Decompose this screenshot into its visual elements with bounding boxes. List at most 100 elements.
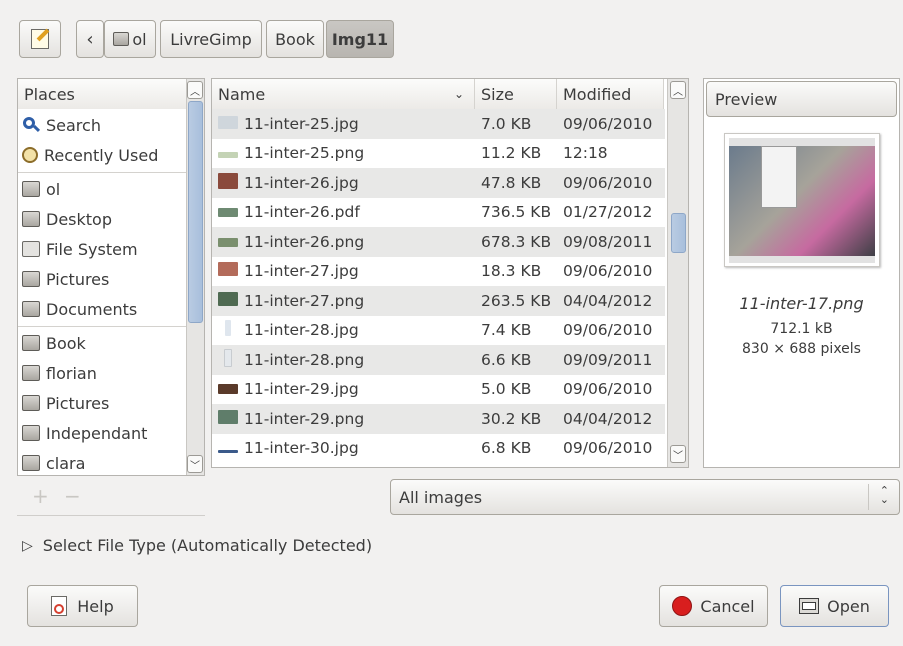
file-size: 47.8 KB: [481, 173, 542, 192]
places-scroll-up-button[interactable]: ︿: [187, 81, 203, 99]
cancel-label: Cancel: [700, 596, 755, 616]
image-thumbnail: [218, 237, 238, 247]
combo-divider: [868, 484, 869, 510]
places-item-label: Pictures: [46, 269, 110, 289]
documents-folder-icon: [22, 301, 40, 317]
image-thumbnail: [218, 291, 238, 306]
file-thumbnail-icon: [218, 320, 244, 340]
file-thumbnail-icon: [218, 291, 244, 310]
file-modified: 09/06/2010: [563, 173, 653, 192]
type-location-button[interactable]: [19, 20, 61, 58]
image-thumbnail: [218, 409, 238, 424]
file-thumbnail-icon: [218, 172, 244, 193]
file-modified: 09/06/2010: [563, 380, 653, 399]
stop-icon: [672, 596, 693, 616]
edit-icon: [31, 28, 50, 49]
file-filter-combo[interactable]: All images ⌃ ⌄: [390, 479, 900, 515]
places-item-clara[interactable]: clara: [22, 449, 85, 475]
breadcrumb-back-button[interactable]: ‹: [76, 20, 104, 58]
folder-icon: [22, 365, 40, 381]
file-name: 11-inter-30.jpg: [244, 439, 359, 458]
breadcrumb-livregimp[interactable]: LivreGimp: [160, 20, 262, 58]
places-item-label: ol: [46, 179, 61, 199]
image-thumbnail: [218, 262, 238, 277]
places-item-ol[interactable]: ol: [22, 175, 60, 203]
file-thumbnail-icon: [218, 439, 244, 457]
breadcrumb-img11[interactable]: Img11: [326, 20, 394, 58]
column-header-modified[interactable]: Modified: [557, 79, 664, 109]
preview-pane: Preview 11-inter-17.png 712.1 kB 830 × 6…: [703, 78, 900, 468]
places-item-independant[interactable]: Independant: [22, 419, 147, 447]
file-modified: 09/06/2010: [563, 262, 653, 281]
file-row[interactable]: 11-inter-26.pdf 736.5 KB 01/27/2012: [212, 198, 665, 228]
places-header[interactable]: Places: [18, 79, 188, 109]
file-row[interactable]: 11-inter-27.jpg 18.3 KB 09/06/2010: [212, 257, 665, 287]
places-scroll-thumb[interactable]: [188, 101, 203, 323]
file-scroll-thumb[interactable]: [671, 213, 686, 253]
file-row[interactable]: 11-inter-27.png 263.5 KB 04/04/2012: [212, 286, 665, 316]
places-item-file-system[interactable]: File System: [22, 235, 138, 263]
places-item-book[interactable]: Book: [22, 329, 86, 357]
file-size: 7.4 KB: [481, 321, 532, 340]
file-row[interactable]: 11-inter-26.jpg 47.8 KB 09/06/2010: [212, 168, 665, 198]
breadcrumb-book[interactable]: Book: [266, 20, 324, 58]
column-modified-label: Modified: [563, 84, 632, 104]
cancel-button[interactable]: Cancel: [659, 585, 768, 627]
preview-button[interactable]: Preview: [706, 81, 897, 117]
add-bookmark-button[interactable]: +: [32, 484, 49, 508]
open-button[interactable]: Open: [780, 585, 889, 627]
places-item-label: Independant: [46, 423, 148, 443]
places-pane: Places Search Recently Used ol Desktop F…: [17, 78, 205, 476]
file-modified: 04/04/2012: [563, 291, 653, 310]
places-item-label: Desktop: [46, 209, 112, 229]
file-row[interactable]: 11-inter-28.jpg 7.4 KB 09/06/2010: [212, 316, 665, 346]
file-row[interactable]: 11-inter-29.jpg 5.0 KB 09/06/2010: [212, 375, 665, 405]
file-name: 11-inter-26.png: [244, 232, 365, 251]
image-thumbnail: [218, 208, 238, 218]
column-header-size[interactable]: Size: [475, 79, 557, 109]
folder-icon: [22, 425, 40, 441]
places-item-search[interactable]: Search: [22, 111, 101, 139]
file-row[interactable]: 11-inter-30.jpg 6.8 KB 09/06/2010: [212, 434, 665, 464]
preview-filesize: 712.1 kB: [770, 321, 833, 337]
places-item-recently-used[interactable]: Recently Used: [22, 141, 158, 169]
file-row[interactable]: 11-inter-26.png 678.3 KB 09/08/2011: [212, 227, 665, 257]
image-thumbnail: [218, 115, 238, 129]
column-header-name[interactable]: Name ⌄: [212, 79, 475, 109]
breadcrumb-label: Book: [275, 29, 315, 49]
folder-icon: [22, 395, 40, 411]
places-item-florian[interactable]: florian: [22, 359, 97, 387]
places-footer-divider: [17, 515, 205, 516]
harddisk-icon: [22, 241, 40, 257]
preview-label: Preview: [715, 89, 778, 109]
file-row[interactable]: 11-inter-29.png 30.2 KB 04/04/2012: [212, 404, 665, 434]
places-item-desktop[interactable]: Desktop: [22, 205, 112, 233]
file-row[interactable]: 11-inter-28.png 6.6 KB 09/09/2011: [212, 345, 665, 375]
file-size: 18.3 KB: [481, 262, 542, 281]
file-row[interactable]: 11-inter-25.png 11.2 KB 12:18: [212, 139, 665, 169]
file-scroll-up-button[interactable]: ︿: [670, 81, 686, 99]
file-row[interactable]: 11-inter-25.jpg 7.0 KB 09/06/2010: [212, 109, 665, 139]
help-icon: [51, 596, 68, 616]
file-size: 736.5 KB: [481, 203, 552, 222]
places-item-pictures-bookmark[interactable]: Pictures: [22, 389, 109, 417]
file-scroll-down-button[interactable]: ﹀: [670, 445, 686, 463]
help-button[interactable]: Help: [27, 585, 138, 627]
file-size: 11.2 KB: [481, 144, 542, 163]
remove-bookmark-button[interactable]: −: [64, 484, 81, 508]
breadcrumb-label: ol: [132, 29, 147, 49]
places-item-documents[interactable]: Documents: [22, 295, 137, 323]
chevron-up-icon: ︿: [190, 86, 200, 98]
select-file-type-expander[interactable]: ▷ Select File Type (Automatically Detect…: [22, 536, 372, 555]
file-modified: 04/04/2012: [563, 409, 653, 428]
places-scroll-down-button[interactable]: ﹀: [187, 455, 203, 473]
file-list-scrollbar[interactable]: [667, 79, 688, 467]
places-item-pictures[interactable]: Pictures: [22, 265, 109, 293]
desktop-folder-icon: [22, 211, 40, 227]
file-filter-value: All images: [399, 487, 483, 507]
file-name: 11-inter-29.jpg: [244, 380, 359, 399]
breadcrumb-ol[interactable]: ol: [104, 20, 156, 58]
image-thumbnail: [218, 384, 238, 395]
places-item-label: Search: [46, 115, 101, 135]
file-size: 6.6 KB: [481, 350, 532, 369]
